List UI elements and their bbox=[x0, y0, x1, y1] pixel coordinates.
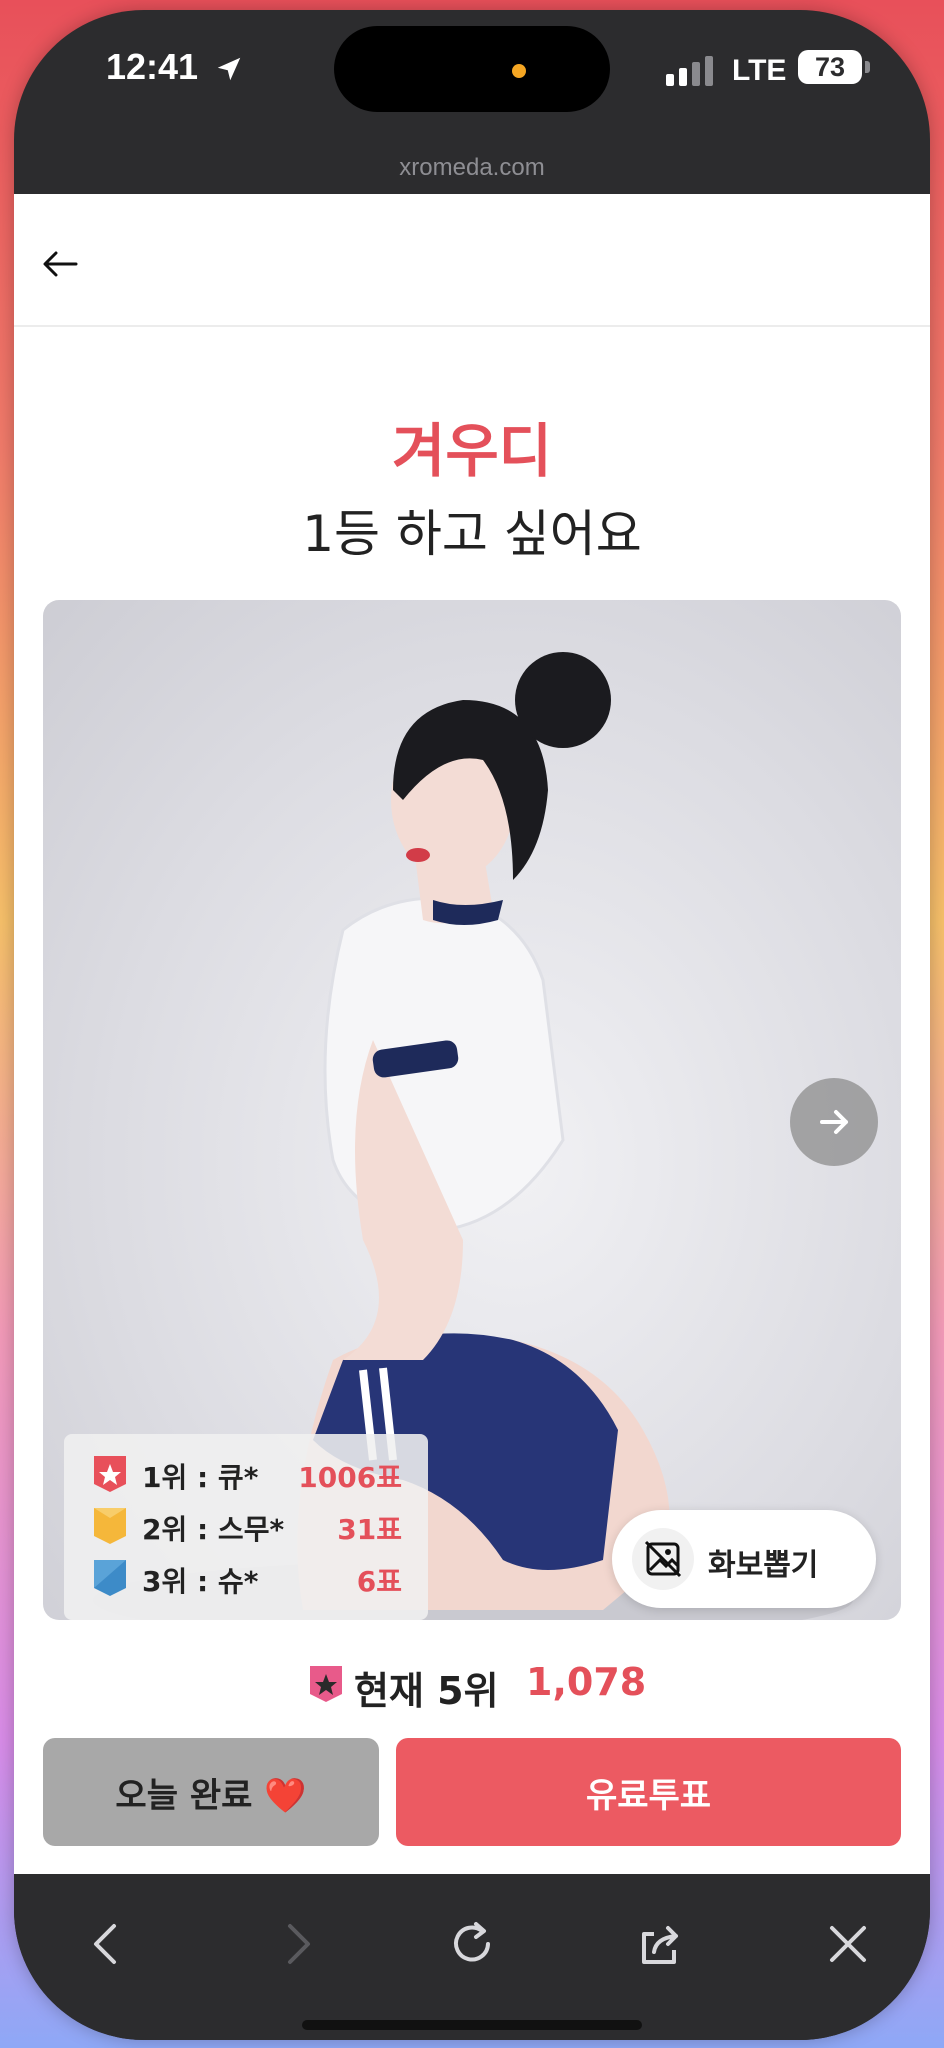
ranking-label: 1위 : 큐* bbox=[142, 1461, 259, 1494]
browser-toolbar bbox=[14, 1874, 930, 2040]
photo-draw-label: 화보뽑기 bbox=[708, 1548, 819, 1583]
profile-message: 1등 하고 싶어요 bbox=[302, 505, 642, 563]
ranking-row: 1위 : 큐* 1006표 bbox=[90, 1454, 420, 1494]
share-icon[interactable] bbox=[630, 1914, 690, 1974]
photo-draw-button[interactable]: 화보뽑기 bbox=[612, 1510, 876, 1608]
ranking-row: 3위 : 슈* 6표 bbox=[90, 1558, 420, 1598]
rank-badge-icon bbox=[310, 1666, 342, 1702]
status-time: 12:41 bbox=[106, 46, 199, 87]
reload-icon[interactable] bbox=[442, 1914, 502, 1974]
medal-first-icon bbox=[94, 1456, 126, 1492]
ranking-votes: 31표 bbox=[337, 1513, 402, 1546]
header-divider bbox=[14, 325, 930, 327]
dynamic-island bbox=[334, 26, 610, 112]
close-icon[interactable] bbox=[818, 1914, 878, 1974]
next-photo-button[interactable] bbox=[790, 1078, 878, 1166]
network-type: LTE bbox=[732, 54, 787, 87]
ranking-label: 2위 : 스무* bbox=[142, 1513, 285, 1546]
page-content: 겨우디 1등 하고 싶어요 1위: 큐* 1006표 2위: 스무* 31표… bbox=[14, 194, 930, 1874]
battery-level: 73 bbox=[814, 51, 846, 82]
phone-frame: 12:41 LTE 73 xromeda.com 겨우디 1등 하고 싶어요 1… bbox=[14, 10, 930, 2040]
battery-icon: 73 bbox=[798, 50, 862, 84]
location-arrow-icon bbox=[217, 57, 241, 81]
ranking-panel: 1위 : 큐* 1006표 2위 : 스무* 31표 3위 : 슈* 6표 bbox=[64, 1434, 428, 1620]
current-rank-label: 현재 5위 bbox=[354, 1669, 499, 1713]
battery-cap bbox=[865, 61, 870, 73]
current-vote-count: 1,078 bbox=[526, 1660, 647, 1704]
back-icon[interactable] bbox=[78, 1914, 138, 1974]
medal-second-icon bbox=[94, 1508, 126, 1544]
ranking-label: 3위 : 슈* bbox=[142, 1565, 259, 1598]
ranking-row: 2위 : 스무* 31표 bbox=[90, 1506, 420, 1546]
current-rank: 현재 5위 1,078 bbox=[14, 1656, 930, 1716]
privacy-indicator bbox=[512, 64, 526, 78]
today-done-button[interactable]: 오늘 완료 ❤️ bbox=[43, 1738, 379, 1846]
image-icon bbox=[632, 1528, 694, 1590]
paid-vote-button[interactable]: 유료투표 bbox=[396, 1738, 901, 1846]
ranking-votes: 6표 bbox=[356, 1565, 402, 1598]
arrow-left-icon[interactable] bbox=[40, 244, 80, 284]
profile-name: 겨우디 bbox=[391, 417, 553, 485]
status-bar: 12:41 LTE 73 bbox=[14, 10, 930, 130]
ranking-votes: 1006표 bbox=[298, 1461, 402, 1494]
arrow-right-icon bbox=[820, 1110, 848, 1134]
url-bar[interactable]: xromeda.com bbox=[14, 154, 930, 182]
signal-icon bbox=[666, 56, 713, 86]
medal-third-icon bbox=[94, 1560, 126, 1596]
home-indicator bbox=[302, 2020, 642, 2030]
forward-icon[interactable] bbox=[266, 1914, 326, 1974]
